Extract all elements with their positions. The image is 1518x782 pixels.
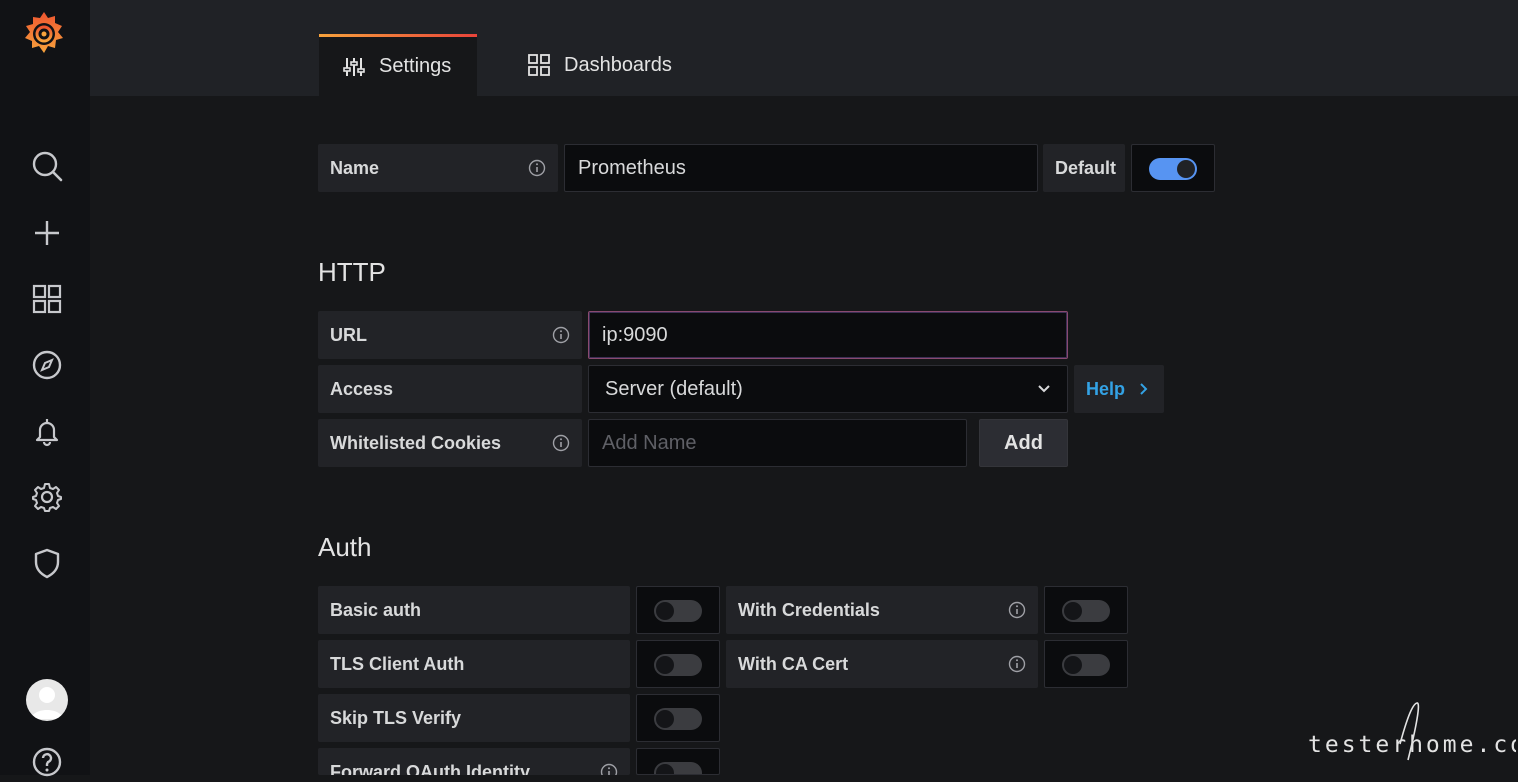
chevron-right-icon bbox=[1140, 383, 1148, 395]
with-ca-cert-label: With CA Cert bbox=[726, 640, 1038, 688]
name-input[interactable]: Prometheus bbox=[564, 144, 1038, 192]
switch-knob bbox=[656, 602, 674, 620]
info-icon[interactable] bbox=[528, 159, 546, 177]
info-icon[interactable] bbox=[1008, 601, 1026, 619]
forward-oauth-toggle[interactable] bbox=[636, 748, 720, 775]
watermark: testerhome.com bbox=[1308, 702, 1516, 761]
basic-auth-label: Basic auth bbox=[318, 586, 630, 634]
tls-client-auth-label: TLS Client Auth bbox=[318, 640, 630, 688]
url-input[interactable]: ip:9090 bbox=[588, 311, 1068, 359]
explore-icon[interactable] bbox=[27, 345, 67, 385]
search-icon[interactable] bbox=[27, 146, 67, 186]
chevron-down-icon bbox=[1038, 385, 1050, 393]
name-label: Name bbox=[318, 144, 558, 192]
tls-client-auth-toggle[interactable] bbox=[636, 640, 720, 688]
help-button[interactable]: Help bbox=[1074, 365, 1164, 413]
default-switch[interactable] bbox=[1149, 158, 1197, 180]
forward-oauth-label: Forward OAuth Identity bbox=[318, 748, 630, 775]
skip-tls-verify-label: Skip TLS Verify bbox=[318, 694, 630, 742]
switch-knob bbox=[656, 710, 674, 728]
sidebar bbox=[0, 0, 90, 777]
switch-knob bbox=[1177, 160, 1195, 178]
shield-icon[interactable] bbox=[27, 543, 67, 583]
with-credentials-label: With Credentials bbox=[726, 586, 1038, 634]
access-label: Access bbox=[318, 365, 582, 413]
with-credentials-toggle[interactable] bbox=[1044, 586, 1128, 634]
whitelisted-cookies-label: Whitelisted Cookies bbox=[318, 419, 582, 467]
info-icon[interactable] bbox=[552, 326, 570, 344]
bell-icon[interactable] bbox=[27, 411, 67, 451]
default-label: Default bbox=[1043, 144, 1125, 192]
default-toggle[interactable] bbox=[1131, 144, 1215, 192]
switch-knob bbox=[1064, 602, 1082, 620]
tab-settings-label: Settings bbox=[379, 55, 452, 77]
switch-knob bbox=[656, 656, 674, 674]
forward-oauth-switch[interactable] bbox=[654, 762, 702, 774]
with-ca-cert-toggle[interactable] bbox=[1044, 640, 1128, 688]
tab-settings[interactable]: Settings bbox=[319, 34, 477, 96]
tls-client-auth-switch[interactable] bbox=[654, 654, 702, 676]
switch-knob bbox=[1064, 656, 1082, 674]
dashboards-icon[interactable] bbox=[27, 279, 67, 319]
tab-dashboards-label: Dashboards bbox=[564, 53, 672, 76]
http-section-title: HTTP bbox=[318, 257, 386, 287]
basic-auth-switch[interactable] bbox=[654, 600, 702, 622]
tab-dashboards[interactable]: Dashboards bbox=[526, 34, 706, 96]
basic-auth-toggle[interactable] bbox=[636, 586, 720, 634]
dashboards-icon bbox=[528, 54, 550, 76]
avatar-icon[interactable] bbox=[26, 679, 68, 721]
with-ca-cert-switch[interactable] bbox=[1062, 654, 1110, 676]
add-cookie-button[interactable]: Add bbox=[979, 419, 1068, 467]
switch-knob bbox=[656, 764, 674, 774]
with-credentials-switch[interactable] bbox=[1062, 600, 1110, 622]
cookie-name-input[interactable] bbox=[588, 419, 967, 467]
skip-tls-verify-switch[interactable] bbox=[654, 708, 702, 730]
url-label: URL bbox=[318, 311, 582, 359]
gear-icon[interactable] bbox=[27, 477, 67, 517]
info-icon[interactable] bbox=[600, 763, 618, 775]
info-icon[interactable] bbox=[552, 434, 570, 452]
grafana-logo-icon[interactable] bbox=[18, 8, 70, 60]
skip-tls-verify-toggle[interactable] bbox=[636, 694, 720, 742]
page-header: Settings Dashboards bbox=[90, 0, 1518, 96]
watermark-text: testerhome.com bbox=[1308, 732, 1516, 758]
access-select[interactable]: Server (default) bbox=[588, 365, 1068, 413]
info-icon[interactable] bbox=[1008, 655, 1026, 673]
plus-icon[interactable] bbox=[27, 213, 67, 253]
cookie-name-field[interactable] bbox=[602, 431, 966, 455]
help-icon[interactable] bbox=[27, 742, 67, 782]
sliders-icon bbox=[343, 57, 365, 76]
auth-section-title: Auth bbox=[318, 532, 372, 562]
